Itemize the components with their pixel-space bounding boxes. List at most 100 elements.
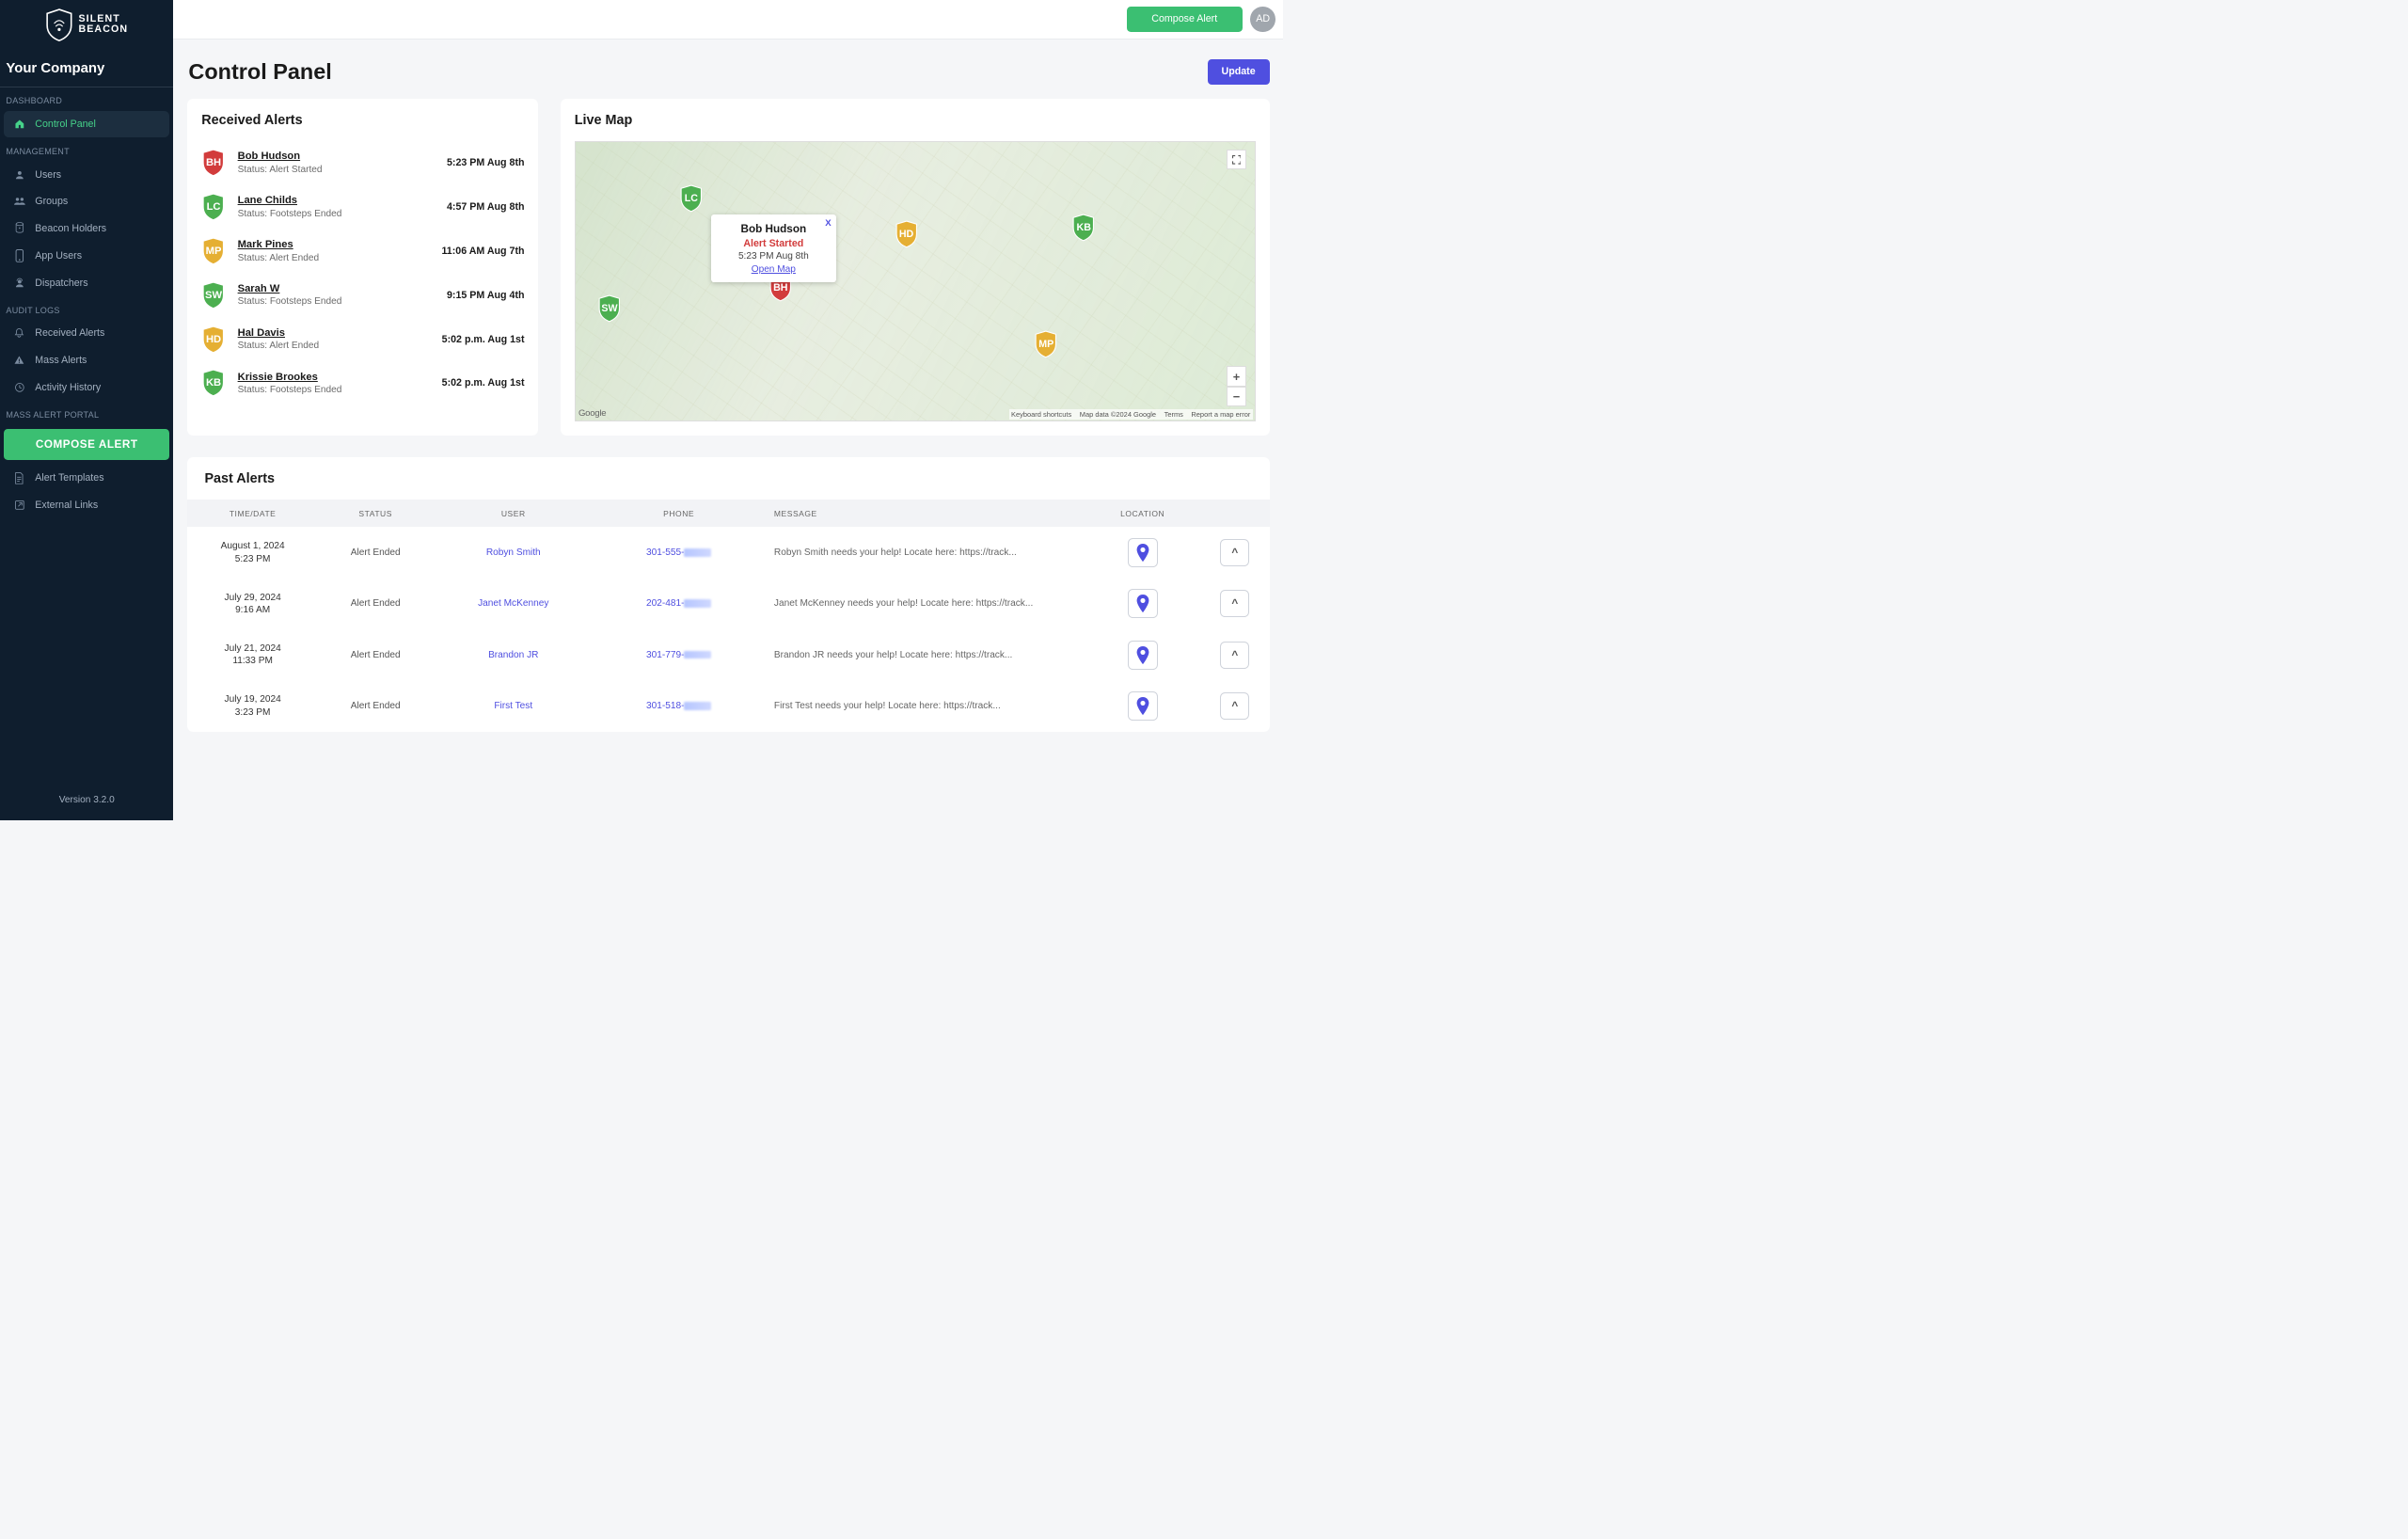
map-marker[interactable]: SW [597,294,622,323]
user-icon [13,168,26,182]
received-alert-row: LCLane ChildsStatus: Footsteps Ended4:57… [201,184,524,229]
alert-status: Status: Alert Ended [238,253,430,263]
sidebar-item-label: External Links [35,500,98,511]
alert-user-link[interactable]: Mark Pines [238,239,430,250]
cell-date: July 21, 202411:33 PM [187,643,318,666]
report-error-link[interactable]: Report a map error [1191,410,1250,419]
pin-icon [1135,646,1150,664]
cell-phone-link[interactable]: 202-481- [594,598,764,609]
received-alert-row: BHBob HudsonStatus: Alert Started5:23 PM… [201,141,524,185]
expand-button[interactable]: ^ [1220,692,1249,720]
map-marker[interactable]: KB [1071,214,1096,242]
alert-time: 5:23 PM Aug 8th [447,157,525,168]
sidebar-item-beacon-holders[interactable]: Beacon Holders [4,215,169,243]
sidebar-item-received-alerts[interactable]: Received Alerts [4,320,169,347]
sidebar-item-groups[interactable]: Groups [4,188,169,215]
past-alert-row: August 1, 20245:23 PMAlert EndedRobyn Sm… [187,527,1269,578]
cell-user-link[interactable]: Robyn Smith [433,547,594,558]
expand-button[interactable]: ^ [1220,642,1249,669]
alert-shield-icon: HD [201,325,226,354]
sidebar-item-control-panel[interactable]: Control Panel [4,111,169,138]
sidebar-item-mass-alerts[interactable]: Mass Alerts [4,347,169,374]
sidebar-item-activity-history[interactable]: Activity History [4,373,169,401]
alert-shield-icon: LC [201,193,226,221]
phone-redacted [684,548,711,557]
sidebar-item-label: Beacon Holders [35,223,106,234]
clock-icon [13,381,26,394]
expand-button[interactable]: ^ [1220,539,1249,566]
home-icon [13,118,26,131]
popup-name: Bob Hudson [724,223,824,235]
cell-user-link[interactable]: Brandon JR [433,650,594,660]
sidebar-item-external-links[interactable]: External Links [4,492,169,519]
cell-phone-link[interactable]: 301-555- [594,547,764,558]
past-alert-row: July 21, 202411:33 PMAlert EndedBrandon … [187,629,1269,680]
alert-status: Status: Footsteps Ended [238,209,436,219]
live-map-card: Live Map LCHDBHSWKBMP X Bob Hudson Alert… [561,99,1270,436]
cell-status: Alert Ended [318,598,434,609]
map-attribution: Keyboard shortcuts Map data ©2024 Google… [1009,409,1253,420]
sidebar-item-alert-templates[interactable]: Alert Templates [4,465,169,492]
location-button[interactable] [1128,589,1158,618]
keyboard-shortcuts-link[interactable]: Keyboard shortcuts [1011,410,1071,419]
fullscreen-icon [1232,155,1242,165]
past-alerts-title: Past Alerts [187,471,1269,486]
map-marker[interactable]: HD [895,220,919,248]
zoom-in-button[interactable]: + [1227,366,1246,386]
received-alert-row: KBKrissie BrookesStatus: Footsteps Ended… [201,361,524,405]
alert-user-link[interactable]: Bob Hudson [238,151,436,162]
alert-shield-icon: KB [201,369,226,397]
bell-icon [13,326,26,340]
sidebar-item-users[interactable]: Users [4,161,169,188]
section-label: AUDIT LOGS [0,296,173,320]
past-alert-row: July 19, 20243:23 PMAlert EndedFirst Tes… [187,680,1269,731]
alert-time: 9:15 PM Aug 4th [447,290,525,301]
sidebar-item-app-users[interactable]: App Users [4,242,169,269]
map[interactable]: LCHDBHSWKBMP X Bob Hudson Alert Started … [575,141,1256,421]
popup-close-button[interactable]: X [825,218,831,229]
zoom-out-button[interactable]: − [1227,387,1246,406]
map-marker[interactable]: MP [1034,330,1058,358]
cell-message: First Test needs your help! Locate here:… [764,701,1085,711]
section-label: MASS ALERT PORTAL [0,401,173,424]
location-button[interactable] [1128,691,1158,721]
th-user: USER [433,509,594,518]
cell-status: Alert Ended [318,547,434,558]
cell-phone-link[interactable]: 301-518- [594,701,764,711]
map-marker[interactable]: LC [679,184,704,213]
popup-open-map-link[interactable]: Open Map [724,264,824,275]
alert-user-link[interactable]: Krissie Brookes [238,372,430,383]
cell-phone-link[interactable]: 301-779- [594,650,764,660]
cell-status: Alert Ended [318,650,434,660]
group-icon [13,195,26,208]
alert-user-link[interactable]: Hal Davis [238,327,430,339]
cell-user-link[interactable]: Janet McKenney [433,598,594,609]
location-button[interactable] [1128,641,1158,670]
alert-user-link[interactable]: Lane Childs [238,195,436,206]
section-label: DASHBOARD [0,87,173,111]
terms-link[interactable]: Terms [1164,410,1183,419]
compose-alert-button[interactable]: Compose Alert [1127,7,1243,32]
location-button[interactable] [1128,538,1158,567]
update-button[interactable]: Update [1208,59,1270,85]
cell-user-link[interactable]: First Test [433,701,594,711]
past-alert-row: July 29, 20249:16 AMAlert EndedJanet McK… [187,579,1269,629]
expand-button[interactable]: ^ [1220,590,1249,617]
map-popup: X Bob Hudson Alert Started 5:23 PM Aug 8… [711,214,836,281]
received-alerts-title: Received Alerts [201,113,524,128]
fullscreen-button[interactable] [1227,150,1246,169]
main: Compose Alert AD Control Panel Update Re… [173,0,1283,820]
avatar[interactable]: AD [1250,7,1275,32]
phone-redacted [684,599,711,608]
alert-user-link[interactable]: Sarah W [238,283,436,294]
cell-date: July 29, 20249:16 AM [187,593,318,615]
cell-message: Robyn Smith needs your help! Locate here… [764,547,1085,558]
alert-status: Status: Alert Started [238,165,436,175]
sidebar-item-label: Alert Templates [35,472,103,484]
compose-alert-sidebar-button[interactable]: COMPOSE ALERT [4,429,169,459]
sidebar: SILENT BEACON Your Company DASHBOARDCont… [0,0,173,820]
sidebar-item-dispatchers[interactable]: Dispatchers [4,269,169,296]
doc-icon [13,471,26,484]
google-logo: Google [578,408,606,419]
th-date: TIME/DATE [187,509,318,518]
